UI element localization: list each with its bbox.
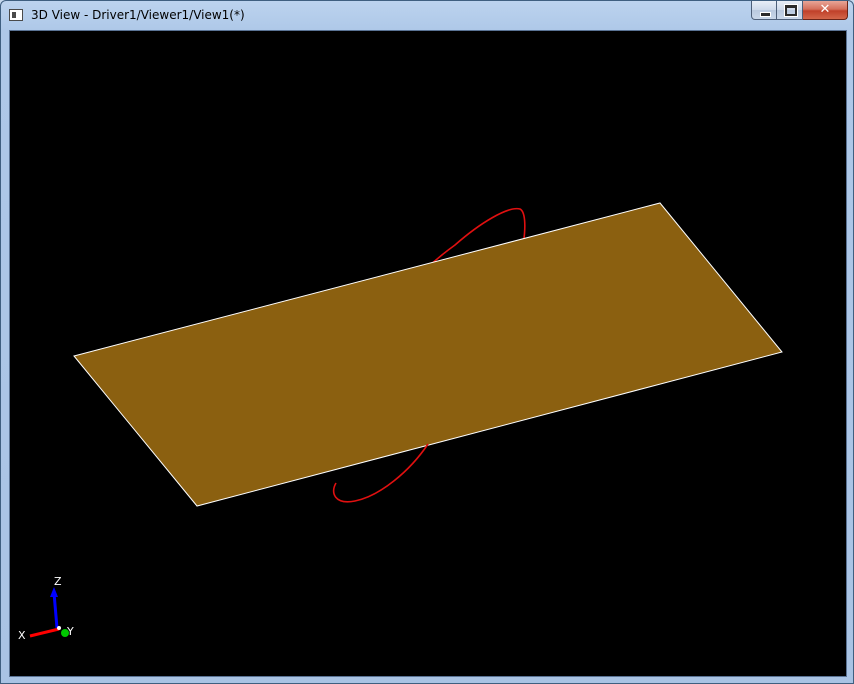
minimize-button[interactable] (751, 1, 777, 20)
caption-buttons: ✕ (751, 1, 848, 21)
window-title: 3D View - Driver1/Viewer1/View1(*) (31, 8, 245, 22)
axis-z-line (52, 592, 59, 629)
planar-face[interactable] (73, 202, 783, 507)
triedron-origin (57, 626, 61, 630)
axis-y-label: Y (66, 625, 74, 638)
title-bar[interactable]: 3D View - Driver1/Viewer1/View1(*) ✕ (1, 1, 853, 30)
axis-x-line (29, 627, 60, 638)
scene-canvas[interactable]: Z X Y (10, 31, 846, 676)
axis-z-label: Z (54, 575, 62, 588)
axis-z-arrowhead (50, 587, 58, 597)
close-button[interactable]: ✕ (803, 1, 848, 20)
3d-viewport[interactable]: Z X Y (9, 30, 847, 677)
axis-triedron: Z X Y (18, 575, 74, 642)
viewer-window: 3D View - Driver1/Viewer1/View1(*) ✕ Z X… (0, 0, 854, 684)
axis-x-label: X (18, 629, 26, 642)
maximize-button[interactable] (777, 1, 803, 20)
close-icon: ✕ (819, 2, 831, 17)
window-app-icon[interactable] (9, 9, 23, 21)
maximize-icon (784, 4, 798, 17)
minimize-icon (760, 12, 771, 17)
